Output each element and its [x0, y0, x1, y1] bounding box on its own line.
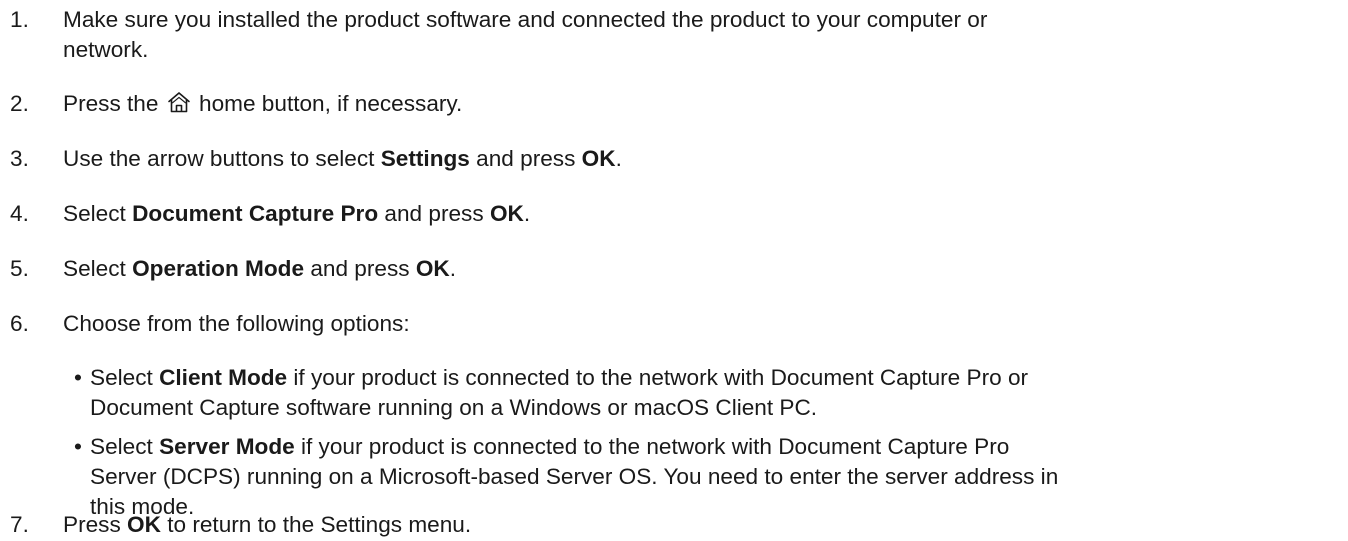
step-text-part: Press the [63, 91, 159, 116]
option-text-part: if your product is connected to the netw… [300, 434, 1010, 459]
step-text-part: to return to the Settings menu. [167, 512, 472, 537]
menu-item-document-capture-pro: Document Capture Pro [132, 201, 379, 226]
option-text-part: Server (DCPS) running on a Microsoft-bas… [90, 464, 1059, 489]
step-number: 1. [10, 7, 29, 32]
menu-item-operation-mode: Operation Mode [132, 256, 305, 281]
option-text-part: Select [90, 434, 153, 459]
step-text-part: and press [476, 146, 576, 171]
step-text: Choose from the following options: [63, 311, 410, 336]
step-text-part: Select [63, 201, 126, 226]
step-text: Select Document Capture Pro and press OK… [63, 199, 1340, 229]
step-text-part: Press [63, 512, 121, 537]
step-number: 4. [10, 201, 29, 226]
instructions-page: 1. Make sure you installed the product s… [0, 0, 1348, 541]
step-text-part: . [523, 201, 531, 226]
option-text-part: Document Capture software running on a W… [90, 395, 818, 420]
step-text: Press OK to return to the Settings menu. [63, 510, 1340, 540]
bullet: • [74, 365, 82, 390]
option-text: Select Server Mode if your product is co… [90, 432, 1340, 522]
bullet: • [74, 434, 82, 459]
option-text-part: Select [90, 365, 153, 390]
step-text-part: home button, if necessary. [199, 91, 463, 116]
ok-button-label: OK [489, 201, 524, 226]
option-text-part: if your product is connected to the netw… [293, 365, 1029, 390]
step-text: Use the arrow buttons to select Settings… [63, 144, 1340, 174]
ok-button-label: OK [127, 512, 161, 537]
step-number: 2. [10, 91, 29, 116]
step-text-part: and press [310, 256, 410, 281]
step-text-part: . [615, 146, 622, 171]
step-number: 7. [10, 512, 29, 537]
step-text-part: and press [384, 201, 484, 226]
option-text: Select Client Mode if your product is co… [90, 363, 1340, 423]
step-number: 6. [10, 311, 29, 336]
step-text-part: Select [63, 256, 126, 281]
step-text-part: . [449, 256, 457, 281]
step-number: 3. [10, 146, 29, 171]
step-number: 5. [10, 256, 29, 281]
step-text: Press the home button, if necessary. [63, 89, 1340, 119]
ok-button-label: OK [415, 256, 450, 281]
home-icon [167, 91, 191, 113]
step-text: Make sure you installed the product soft… [63, 5, 1340, 65]
menu-item-settings: Settings [380, 146, 470, 171]
step-text: Select Operation Mode and press OK. [63, 254, 1340, 284]
option-client-mode-label: Client Mode [159, 365, 288, 390]
step-line: Make sure you installed the product soft… [63, 7, 988, 32]
step-line: network. [63, 37, 149, 62]
step-text-part: Use the arrow buttons to select [63, 146, 375, 171]
option-server-mode-label: Server Mode [159, 434, 295, 459]
ok-button-label: OK [581, 146, 616, 171]
